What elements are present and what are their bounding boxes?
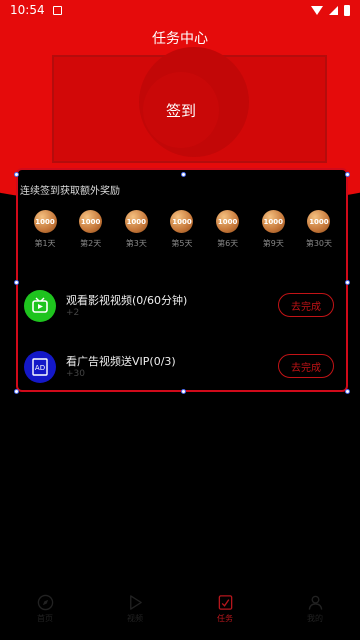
reward-item: 1000 第2天	[75, 210, 107, 249]
coin-icon: 1000	[261, 210, 285, 233]
coin-icon: 1000	[124, 210, 148, 233]
coin-icon: 1000	[170, 210, 194, 233]
status-bar: 10:54	[0, 0, 360, 20]
task-reward: +30	[66, 369, 85, 379]
reward-item: 1000 第9天	[257, 210, 289, 249]
reward-item: 1000 第6天	[212, 210, 244, 249]
tab-label: 首页	[37, 614, 53, 623]
selection-handle	[14, 172, 19, 177]
reward-day: 第9天	[262, 239, 284, 248]
reward-item: 1000 第5天	[166, 210, 198, 249]
signin-button[interactable]: 签到	[143, 72, 219, 148]
signal-icon	[329, 5, 338, 15]
status-time: 10:54	[10, 3, 45, 17]
tab-label: 我的	[307, 614, 323, 623]
tab-label: 视频	[127, 614, 143, 623]
reward-day: 第6天	[217, 239, 239, 248]
tv-icon	[24, 290, 56, 322]
reward-item: 1000 第3天	[120, 210, 152, 249]
bottom-tab-bar: 首页 视频 任务 我的	[0, 590, 360, 640]
tab-task[interactable]: 任务	[180, 590, 270, 640]
reward-item: 1000 第1天	[29, 210, 61, 249]
complete-task-button[interactable]: 去完成	[278, 293, 334, 317]
compass-icon	[37, 594, 53, 611]
coin-icon: 1000	[79, 210, 103, 233]
reward-day: 第1天	[34, 239, 56, 248]
task-name: 观看影视视频(0/60分钟)	[66, 294, 188, 307]
complete-task-button[interactable]: 去完成	[278, 354, 334, 378]
reward-day: 第2天	[80, 239, 102, 248]
coin-icon: 1000	[307, 210, 331, 233]
reward-day: 第30天	[305, 239, 333, 248]
wifi-icon	[311, 5, 323, 15]
checkin-card: 连续签到获取额外奖励 1000 第1天 1000 第2天 1000 第3天 10…	[14, 168, 350, 394]
selection-handle	[181, 172, 186, 177]
coin-icon: 1000	[216, 210, 240, 233]
task-icon	[218, 595, 232, 610]
reward-day: 第3天	[125, 239, 147, 248]
header: 任务中心 签到	[0, 20, 360, 204]
selection-handle	[345, 172, 350, 177]
svg-text:AD: AD	[35, 364, 45, 372]
checkin-title: 连续签到获取额外奖励	[20, 186, 120, 197]
page-title: 任务中心	[152, 31, 208, 47]
notification-icon	[52, 5, 62, 15]
task-item: AD 看广告视频送VIP(0/3) +30 去完成	[24, 351, 340, 391]
selection-handle	[14, 280, 19, 285]
selection-handle	[345, 389, 350, 394]
user-icon	[308, 595, 322, 610]
selection-handle	[345, 280, 350, 285]
tab-profile[interactable]: 我的	[270, 590, 360, 640]
tab-label: 任务	[217, 614, 233, 623]
tab-home[interactable]: 首页	[0, 590, 90, 640]
selection-handle	[14, 389, 19, 394]
signin-panel: 签到	[52, 47, 327, 163]
reward-row: 1000 第1天 1000 第2天 1000 第3天 1000 第5天 1000…	[29, 210, 335, 249]
task-item: 观看影视视频(0/60分钟) +2 去完成	[24, 290, 340, 330]
reward-day: 第5天	[171, 239, 193, 248]
task-name: 看广告视频送VIP(0/3)	[66, 355, 176, 368]
play-icon	[129, 595, 142, 610]
battery-icon	[344, 4, 350, 16]
tab-video[interactable]: 视频	[90, 590, 180, 640]
task-reward: +2	[66, 308, 80, 318]
coin-icon: 1000	[33, 210, 57, 233]
reward-item: 1000 第30天	[303, 210, 335, 249]
ad-icon: AD	[24, 351, 56, 383]
